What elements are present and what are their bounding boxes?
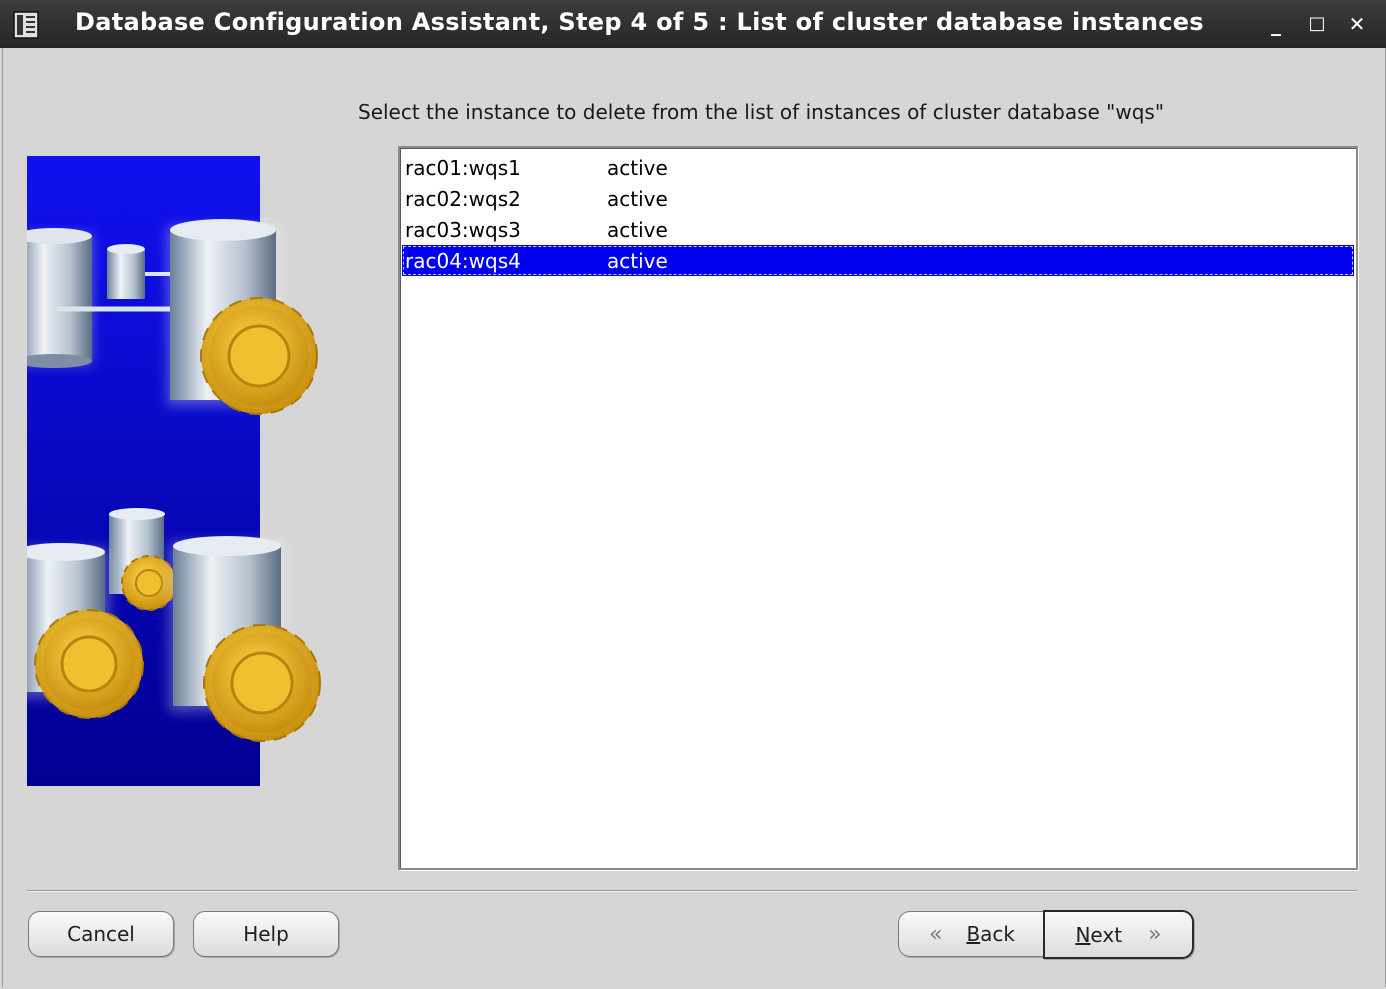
list-item[interactable]: rac01:wqs1 active — [402, 152, 1354, 183]
instance-list[interactable]: rac01:wqs1 active rac02:wqs2 active rac0… — [398, 146, 1358, 870]
footer-separator — [27, 890, 1357, 892]
instance-name: rac03:wqs3 — [405, 218, 521, 242]
maximize-button[interactable]: □ — [1304, 11, 1330, 37]
help-button[interactable]: Help — [193, 911, 339, 957]
instance-status: active — [607, 218, 668, 242]
cancel-button[interactable]: Cancel — [28, 911, 174, 957]
back-label: Back — [966, 922, 1016, 946]
next-label: Next — [1075, 922, 1123, 947]
instance-name: rac02:wqs2 — [405, 187, 521, 211]
database-icon — [107, 244, 145, 299]
list-item[interactable]: rac03:wqs3 active — [402, 214, 1354, 245]
database-icon — [27, 228, 92, 368]
cancel-label: Cancel — [67, 922, 135, 946]
instance-status: active — [607, 156, 668, 180]
database-illustration — [27, 156, 321, 786]
list-item[interactable]: rac02:wqs2 active — [402, 183, 1354, 214]
gear-icon — [34, 609, 144, 719]
list-item[interactable]: rac04:wqs4 active — [402, 245, 1354, 276]
double-chevron-left-icon: « — [928, 921, 943, 947]
instruction-label: Select the instance to delete from the l… — [358, 100, 1165, 124]
minimize-button[interactable]: _ — [1263, 11, 1289, 37]
instance-name: rac04:wqs4 — [405, 249, 521, 273]
gear-icon — [203, 624, 321, 742]
next-button[interactable]: Next » — [1043, 910, 1194, 959]
instance-status: active — [607, 249, 668, 273]
gear-icon — [200, 297, 318, 415]
instance-status: active — [607, 187, 668, 211]
back-button[interactable]: « Back — [898, 911, 1046, 957]
gear-icon — [121, 555, 177, 611]
window-title: Database Configuration Assistant, Step 4… — [75, 8, 1204, 36]
help-label: Help — [243, 922, 289, 946]
double-chevron-right-icon: » — [1148, 922, 1162, 947]
title-bar[interactable]: Database Configuration Assistant, Step 4… — [0, 0, 1386, 48]
close-button[interactable]: ✕ — [1344, 11, 1370, 37]
instance-name: rac01:wqs1 — [405, 156, 521, 180]
app-icon — [13, 11, 39, 39]
